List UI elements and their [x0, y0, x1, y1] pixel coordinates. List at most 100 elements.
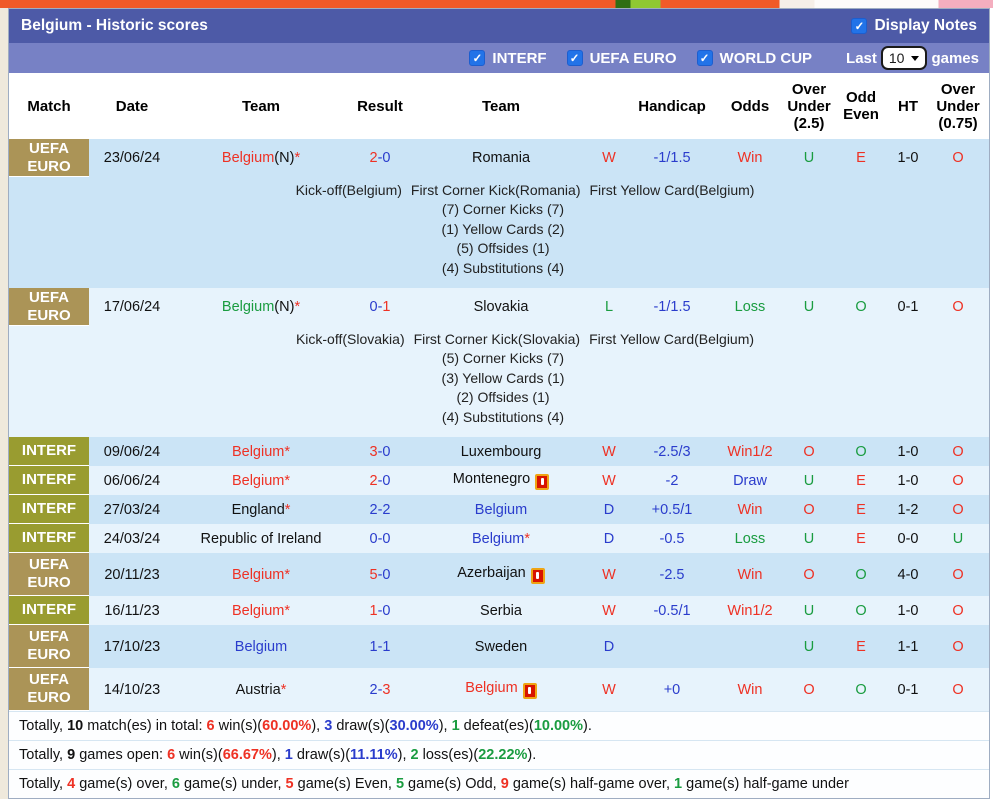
odds-cell: Draw	[715, 473, 785, 489]
away-team: Belgium	[475, 502, 527, 518]
table-header-row: Match Date Team Result Team Handicap Odds Over U…	[9, 73, 989, 139]
ou25-value: O	[803, 501, 815, 518]
team-suffix: (N)	[274, 299, 295, 315]
ou075-value: O	[952, 681, 964, 698]
odds-value: Loss	[734, 299, 766, 315]
home-team: Austria*	[236, 682, 287, 698]
ht-cell: 0-0	[889, 531, 927, 547]
summary-part: game(s) under,	[179, 776, 286, 792]
team-name: Sweden	[474, 638, 528, 655]
ht-value: 4-0	[897, 566, 919, 583]
summary-part: Totally,	[19, 747, 68, 763]
summary-footer: Totally, 10 match(es) in total: 6 win(s)…	[9, 711, 989, 798]
summary-part: 6	[167, 747, 176, 763]
wdl-value: D	[603, 638, 615, 655]
odds-cell: Loss	[715, 531, 785, 547]
ou075-value: O	[952, 501, 964, 518]
summary-part: 10.00%	[533, 718, 583, 734]
away-team: Azerbaijan	[457, 565, 545, 584]
wdl-value: D	[603, 501, 615, 518]
date-cell: 09/06/24	[103, 443, 161, 460]
summary-part: loss(es)(	[418, 747, 479, 763]
odds-value: Win1/2	[727, 602, 773, 619]
away-score: 0	[382, 443, 391, 460]
summary-part: ).	[527, 747, 537, 763]
result-cell: 2-2	[347, 502, 413, 518]
ou075-value: O	[952, 299, 964, 315]
ou075-cell: O	[927, 502, 989, 518]
page-background-strip	[0, 0, 993, 8]
odds-value: Loss	[734, 530, 766, 547]
ou25-cell: U	[785, 531, 833, 547]
notes-stat-line: (3) Yellow Cards (1)	[441, 369, 565, 386]
wdl-cell: W	[589, 567, 629, 583]
summary-part: game(s) Even,	[293, 776, 396, 792]
wdl-cell: L	[589, 299, 629, 315]
date-cell: 24/03/24	[103, 530, 161, 547]
odd-even-cell: E	[833, 531, 889, 547]
col-header-line: Result	[357, 97, 403, 115]
away-team-cell: Luxembourg	[413, 444, 589, 460]
last-label: Last	[846, 49, 877, 67]
league-badge: UEFA EURO	[9, 553, 89, 596]
ou25-value: O	[803, 566, 815, 583]
star-marker: *	[280, 681, 287, 698]
away-team-cell: Belgium	[413, 680, 589, 699]
summary-part: Totally,	[19, 776, 68, 792]
col-header-7: Odds	[715, 98, 785, 115]
handicap-value: -0.5	[659, 530, 685, 547]
home-team: Belgium*	[232, 473, 290, 489]
odd-even-value: O	[855, 681, 867, 698]
team-name: Belgium	[471, 530, 525, 547]
col-header-line: Odds	[730, 97, 770, 115]
result-cell: 1-0	[347, 603, 413, 619]
league-badge: INTERF	[9, 495, 89, 524]
display-notes-checkbox[interactable]: ✓	[851, 18, 868, 34]
date-cell: 06/06/24	[103, 472, 161, 489]
wdl-value: L	[604, 299, 614, 315]
league-badge-line: UEFA	[28, 671, 69, 688]
last-games-select[interactable]: 10	[880, 46, 928, 70]
home-score: 2	[369, 681, 378, 698]
home-team-cell: Belgium*	[175, 603, 347, 619]
handicap-value: -2.5/3	[653, 443, 691, 460]
summary-part: 66.67%	[222, 747, 272, 763]
red-card-bar	[540, 478, 544, 486]
ou25-value: O	[803, 681, 815, 698]
summary-part: 6	[171, 776, 180, 792]
notes-stat-line: (5) Corner Kicks (7)	[441, 350, 565, 366]
home-team-cell: Belgium(N)*	[175, 299, 347, 315]
away-team-cell: Azerbaijan	[413, 565, 589, 584]
notes-headline-item: Kick-off(Slovakia)	[295, 331, 405, 347]
summary-part: win(s)(	[214, 718, 263, 734]
filter-bar: ✓ INTERF ✓ UEFA EURO ✓ WORLD CUP Last 10 game…	[9, 43, 989, 73]
date-cell: 16/11/23	[104, 602, 160, 619]
league-badge-line: INTERF	[21, 500, 77, 517]
competition-checkbox[interactable]: ✓	[696, 50, 713, 66]
col-header-line: HT	[898, 97, 918, 115]
summary-part: 10	[67, 718, 84, 734]
col-header-line: Under	[936, 97, 980, 115]
match-row-main: UEFA EURO 23/06/24 Belgium(N)* 2-0 Romania W -1…	[9, 139, 989, 177]
match-row: UEFA EURO 17/06/24 Belgium(N)* 0-1 Slovakia L -…	[9, 288, 989, 437]
summary-line: Totally, 4 game(s) over, 6 game(s) under…	[9, 769, 989, 798]
ht-value: 1-1	[897, 638, 919, 655]
ou075-cell: O	[927, 567, 989, 583]
summary-part: match(es) in total:	[83, 718, 207, 734]
away-team: Slovakia	[474, 299, 529, 315]
handicap-cell: -0.5/1	[629, 603, 715, 619]
summary-part: 5	[285, 776, 294, 792]
away-score: 0	[382, 530, 391, 547]
col-header-line: (0.75)	[938, 114, 978, 132]
competition-checkbox[interactable]: ✓	[469, 50, 486, 66]
filter-item-interf: ✓ INTERF	[469, 50, 547, 67]
competition-checkbox[interactable]: ✓	[566, 50, 583, 66]
ou075-value: O	[952, 638, 964, 655]
summary-part: ),	[438, 718, 452, 734]
wdl-value: W	[602, 443, 616, 460]
odds-cell: Win	[715, 150, 785, 166]
home-score: 5	[369, 566, 378, 583]
ht-cell: 1-1	[889, 639, 927, 655]
home-team-cell: Belgium	[175, 639, 347, 655]
away-score: 2	[382, 501, 391, 518]
